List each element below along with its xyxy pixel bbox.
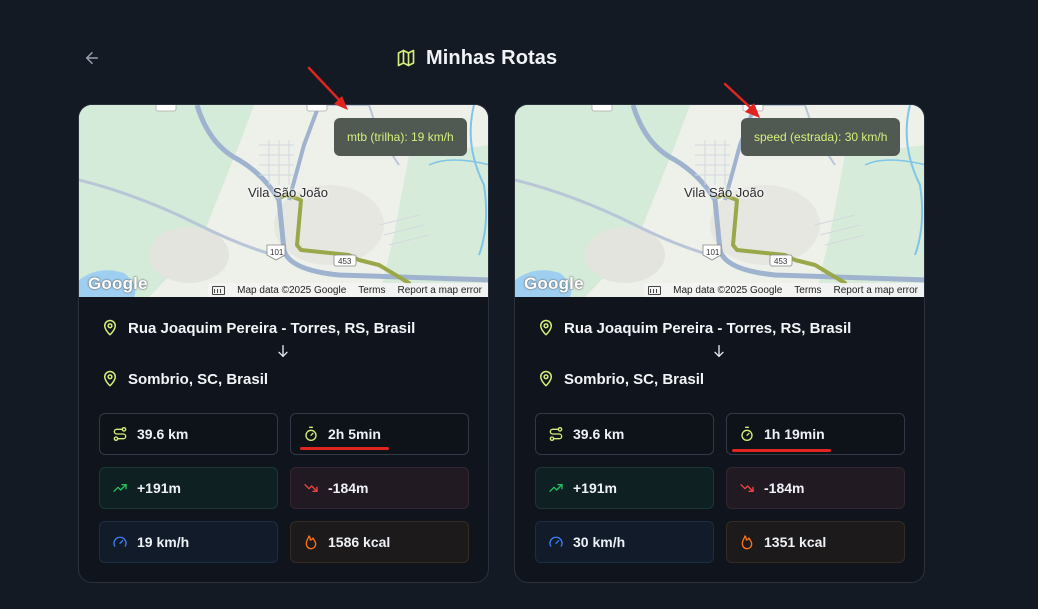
destination-address: Sombrio, SC, Brasil: [128, 370, 269, 388]
distance-value: 39.6 km: [573, 426, 625, 442]
route-map[interactable]: 101 453 Vila São João speed (estrada): 3…: [515, 105, 924, 297]
keyboard-icon[interactable]: [648, 285, 662, 295]
map-data-text: Map data ©2025 Google: [673, 284, 783, 296]
map-pin-icon: [540, 319, 552, 336]
elevation-gain-stat: +191m: [535, 467, 714, 509]
map-attribution: Map data ©2025 Google Terms Report a map…: [208, 283, 488, 297]
elevation-loss-value: -184m: [328, 480, 369, 496]
road-label: 453: [338, 257, 352, 266]
google-logo: Google: [88, 274, 148, 293]
flame-icon: [305, 535, 317, 550]
elevation-loss-stat: -184m: [290, 467, 469, 509]
elevation-gain-value: +191m: [137, 480, 181, 496]
timer-icon: [305, 426, 317, 441]
speed-stat: 30 km/h: [535, 521, 714, 563]
trending-up-icon: [549, 484, 563, 492]
map-pin-icon: [104, 319, 116, 336]
origin-address: Rua Joaquim Pereira - Torres, RS, Brasil: [564, 319, 852, 337]
trending-down-icon: [740, 484, 754, 492]
back-button[interactable]: [80, 46, 104, 70]
map-attribution: Map data ©2025 Google Terms Report a map…: [644, 283, 924, 297]
arrow-down-icon: [714, 345, 724, 357]
timer-icon: [741, 426, 753, 441]
origin-row: Rua Joaquim Pereira - Torres, RS, Brasil: [537, 319, 851, 337]
trending-up-icon: [113, 484, 127, 492]
terms-link[interactable]: Terms: [358, 285, 385, 296]
elevation-gain-stat: +191m: [99, 467, 278, 509]
speed-value: 19 km/h: [137, 534, 190, 550]
annotation-arrow-icon: [307, 66, 348, 110]
road-label: 453: [774, 257, 788, 266]
distance-stat: 39.6 km: [535, 413, 714, 455]
distance-stat: 39.6 km: [99, 413, 278, 455]
distance-value: 39.6 km: [137, 426, 189, 442]
terms-link[interactable]: Terms: [794, 285, 821, 296]
route-icon: [549, 427, 563, 441]
calories-stat: 1586 kcal: [290, 521, 469, 563]
keyboard-icon[interactable]: [212, 285, 226, 295]
route-type-badge: mtb (trilha): 19 km/h: [334, 118, 467, 156]
speed-stat: 19 km/h: [99, 521, 278, 563]
trending-down-icon: [304, 484, 318, 492]
map-pin-icon: [104, 370, 116, 387]
road-label: 101: [270, 248, 284, 257]
route-map[interactable]: 101 453 Vila São João mtb (trilha): 19 k…: [79, 105, 488, 297]
map-data-text: Map data ©2025 Google: [237, 284, 347, 296]
map-place-label: Vila São João: [248, 185, 328, 200]
annotation-underline: [732, 449, 831, 452]
route-card: 101 453 Vila São João mtb (trilha): 19 k…: [78, 104, 489, 583]
elevation-loss-stat: -184m: [726, 467, 905, 509]
arrow-left-icon: [86, 52, 98, 64]
page-title: Minhas Rotas: [426, 46, 558, 69]
calories-stat: 1351 kcal: [726, 521, 905, 563]
elevation-loss-value: -184m: [764, 480, 805, 496]
calories-value: 1351 kcal: [764, 534, 827, 550]
duration-value: 1h 19min: [764, 426, 825, 442]
flame-icon: [741, 535, 753, 550]
road-label: 101: [706, 248, 720, 257]
duration-value: 2h 5min: [328, 426, 381, 442]
page-header: Minhas Rotas: [396, 44, 557, 72]
calories-value: 1586 kcal: [328, 534, 391, 550]
map-pin-icon: [540, 370, 552, 387]
google-logo: Google: [524, 274, 584, 293]
report-error-link[interactable]: Report a map error: [398, 285, 482, 296]
gauge-icon: [549, 536, 563, 547]
report-error-link[interactable]: Report a map error: [834, 285, 918, 296]
arrow-down-icon: [278, 345, 288, 357]
origin-address: Rua Joaquim Pereira - Torres, RS, Brasil: [128, 319, 416, 337]
route-icon: [113, 427, 127, 441]
map-icon: [397, 49, 415, 67]
speed-value: 30 km/h: [573, 534, 626, 550]
route-card: 101 453 Vila São João speed (estrada): 3…: [514, 104, 925, 583]
destination-row: Sombrio, SC, Brasil: [537, 370, 704, 388]
origin-row: Rua Joaquim Pereira - Torres, RS, Brasil: [101, 319, 415, 337]
gauge-icon: [113, 536, 127, 547]
map-place-label: Vila São João: [684, 185, 764, 200]
annotation-underline: [300, 447, 389, 450]
destination-address: Sombrio, SC, Brasil: [564, 370, 705, 388]
destination-row: Sombrio, SC, Brasil: [101, 370, 268, 388]
elevation-gain-value: +191m: [573, 480, 617, 496]
annotation-arrow-icon: [723, 82, 760, 118]
